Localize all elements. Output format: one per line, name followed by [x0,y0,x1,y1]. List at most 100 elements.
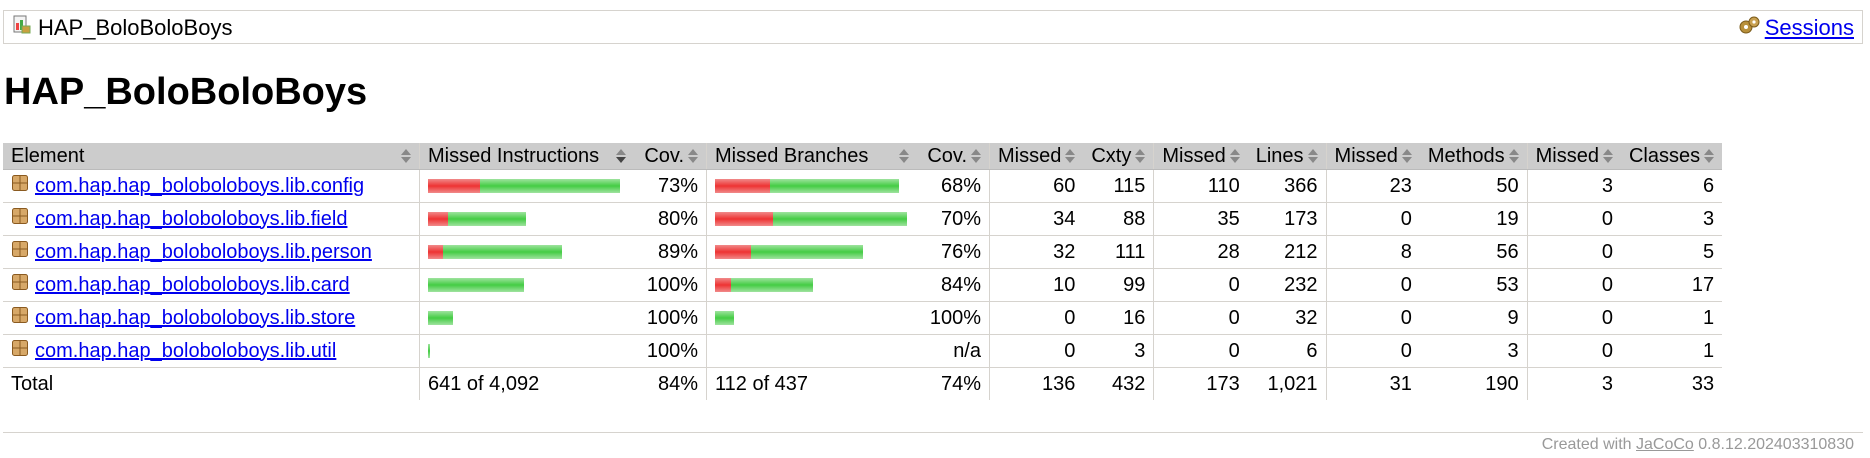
total-missed-cxty: 136 [989,367,1084,400]
package-link[interactable]: com.hap.hap_boloboloboys.lib.store [35,307,355,330]
package-link[interactable]: com.hap.hap_boloboloboys.lib.person [35,241,372,264]
col-header-branch-cov[interactable]: Cov. [917,143,990,170]
covered-bar-segment [731,278,813,292]
header-label: Missed [1334,144,1398,167]
classes-cell: 17 [1620,268,1723,302]
branches-bar [715,245,909,259]
package-icon [11,240,29,264]
missed-methods-cell: 23 [1325,169,1420,203]
table-row: com.hap.hap_boloboloboys.lib.person 89% 76… [3,235,1723,269]
element-cell: com.hap.hap_boloboloboys.lib.util [3,334,420,368]
breadcrumb-right: Sessions [1739,15,1854,40]
instr-cov-cell: 73% [634,169,707,203]
jacoco-link[interactable]: JaCoCo [1636,436,1694,453]
branch-cov-cell: 100% [917,301,990,335]
missed-cxty-cell: 34 [989,202,1084,236]
methods-cell: 50 [1419,169,1528,203]
sort-icon [899,149,909,163]
report-icon [12,15,32,40]
sort-icon [401,149,411,163]
missed-lines-cell: 0 [1153,301,1248,335]
col-header-cxty[interactable]: Cxty [1083,143,1154,170]
footer-divider [3,432,1863,433]
table-row: com.hap.hap_boloboloboys.lib.store 100% 10… [3,301,1723,335]
branches-bar-cell [706,202,917,236]
col-header-missed-classes[interactable]: Missed [1526,143,1621,170]
package-link[interactable]: com.hap.hap_boloboloboys.lib.field [35,208,347,231]
sort-desc-icon [616,149,626,163]
covered-bar-segment [428,311,453,325]
sort-icon [1065,149,1076,163]
missed-classes-cell: 0 [1526,301,1621,335]
instructions-bar-cell [419,268,634,302]
branches-bar [715,212,909,226]
sort-icon [688,149,698,163]
covered-bar-segment [770,179,899,193]
sort-icon [971,149,981,163]
methods-cell: 53 [1419,268,1528,302]
covered-bar-segment [480,179,620,193]
total-classes: 33 [1691,372,1715,395]
header-label: Missed Instructions [428,144,600,167]
col-header-instr-cov[interactable]: Cov. [634,143,707,170]
missed-methods-cell: 0 [1325,268,1420,302]
element-cell: com.hap.hap_boloboloboys.lib.card [3,268,420,302]
instructions-bar-cell [419,235,634,269]
sort-icon [1602,149,1613,163]
missed-classes-cell: 0 [1526,235,1621,269]
col-header-element[interactable]: Element [3,143,420,170]
page-title: HAP_BoloBoloBoys [4,71,368,113]
lines-cell: 366 [1247,169,1327,203]
footer-version: 0.8.12.202403310830 [1698,436,1854,453]
lines-cell: 32 [1247,301,1327,335]
package-link[interactable]: com.hap.hap_boloboloboys.lib.config [35,175,364,198]
instructions-bar-cell [419,301,634,335]
instr-cov-cell: 89% [634,235,707,269]
col-header-missed-lines[interactable]: Missed [1153,143,1248,170]
missed-bar-segment [428,212,448,226]
breadcrumb: HAP_BoloBoloBoys Sessions [3,10,1863,44]
total-missed-methods: 31 [1325,367,1420,400]
missed-methods-cell: 0 [1325,202,1420,236]
element-cell: com.hap.hap_boloboloboys.lib.config [3,169,420,203]
header-label: Cov. [644,144,684,167]
element-cell: com.hap.hap_boloboloboys.lib.field [3,202,420,236]
element-cell: com.hap.hap_boloboloboys.lib.person [3,235,420,269]
total-missed-lines: 173 [1153,367,1248,400]
header-label: Lines [1255,144,1304,167]
instructions-bar [428,212,626,226]
instructions-bar [428,278,626,292]
total-label: Total [11,372,54,395]
sort-icon [1508,149,1519,163]
sessions-link[interactable]: Sessions [1765,15,1854,40]
lines-cell: 212 [1247,235,1327,269]
missed-bar-segment [428,245,443,259]
total-branches: 112 of 437 [706,367,917,400]
package-link[interactable]: com.hap.hap_boloboloboys.lib.card [35,274,350,297]
package-link[interactable]: com.hap.hap_boloboloboys.lib.util [35,340,336,363]
col-header-missed-methods[interactable]: Missed [1325,143,1420,170]
total-missed-classes: 3 [1526,367,1621,400]
col-header-methods[interactable]: Methods [1419,143,1528,170]
branch-cov-cell: 84% [917,268,990,302]
col-header-missed-cxty[interactable]: Missed [989,143,1084,170]
missed-bar-segment [715,278,731,292]
total-methods: 190 [1485,372,1519,395]
missed-cxty-cell: 32 [989,235,1084,269]
methods-cell: 56 [1419,235,1528,269]
table-row: com.hap.hap_boloboloboys.lib.util 100% n/a… [3,334,1723,368]
footer: Created with JaCoCo 0.8.12.202403310830 [1542,436,1854,454]
col-header-missed-instructions[interactable]: Missed Instructions [419,143,634,170]
lines-cell: 232 [1247,268,1327,302]
col-header-lines[interactable]: Lines [1247,143,1327,170]
missed-bar-segment [428,179,480,193]
col-header-classes[interactable]: Classes [1620,143,1723,170]
header-label: Classes [1628,144,1701,167]
covered-bar-segment [428,278,524,292]
col-header-missed-branches[interactable]: Missed Branches [706,143,917,170]
branches-bar [715,344,909,358]
branches-bar-cell [706,268,917,302]
branches-bar [715,311,909,325]
sort-icon [1401,149,1412,163]
methods-cell: 19 [1419,202,1528,236]
